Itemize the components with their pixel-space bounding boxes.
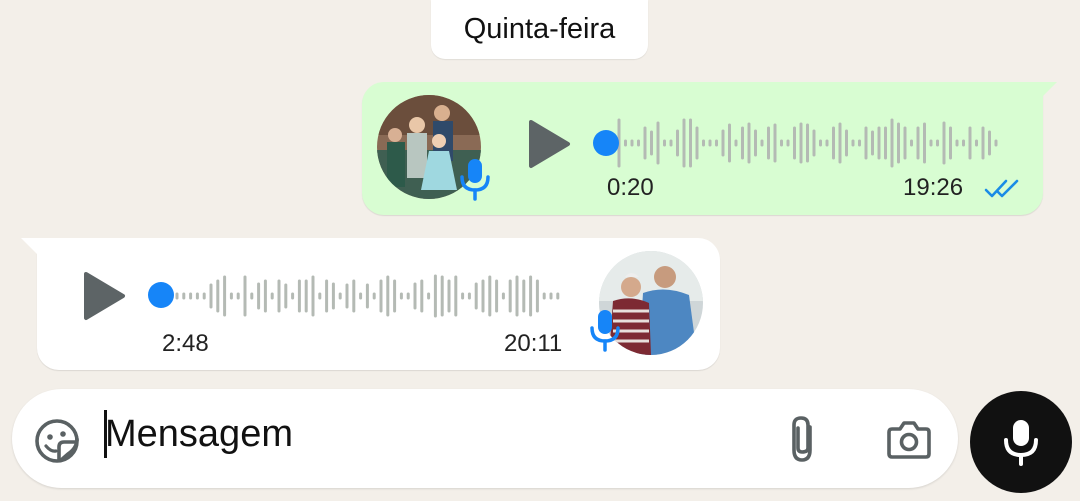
voice-duration: 0:20 (607, 174, 654, 201)
playback-position-dot[interactable] (148, 282, 174, 308)
double-check-icon (984, 179, 1019, 198)
message-input[interactable]: Mensagem (105, 413, 293, 456)
sticker-icon[interactable] (34, 418, 80, 464)
incoming-voice-message[interactable]: 2:48 20:11 (21, 238, 720, 370)
outgoing-voice-message[interactable]: 0:20 19:26 (362, 82, 1057, 215)
playback-position-dot[interactable] (593, 130, 619, 156)
mic-icon (1004, 420, 1038, 466)
waveform[interactable] (173, 265, 573, 327)
date-separator: Quinta-feira (431, 0, 648, 59)
voice-duration: 2:48 (162, 330, 209, 357)
message-time: 19:26 (903, 174, 964, 201)
bubble-tail (21, 238, 37, 254)
record-voice-button[interactable] (970, 391, 1072, 493)
camera-icon[interactable] (886, 420, 932, 460)
message-time: 20:11 (504, 330, 563, 357)
voice-mic-icon (460, 159, 490, 201)
voice-mic-icon (590, 310, 620, 352)
play-icon[interactable] (528, 119, 572, 169)
waveform[interactable] (602, 112, 1012, 174)
play-icon[interactable] (83, 271, 127, 321)
bubble-tail (1041, 82, 1057, 98)
message-composer[interactable]: Mensagem (12, 389, 958, 488)
paperclip-icon[interactable] (786, 414, 822, 464)
